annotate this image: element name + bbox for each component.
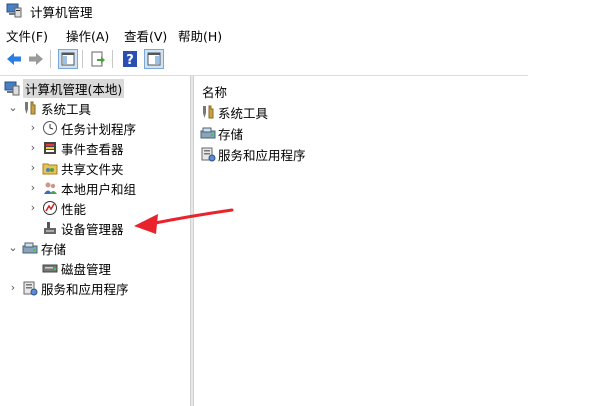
computer-management-icon bbox=[6, 2, 22, 18]
tree-item-performance[interactable]: › 性能 bbox=[28, 198, 86, 218]
storage-icon bbox=[22, 240, 38, 256]
tree-label-local-users: 本地用户和组 bbox=[61, 181, 137, 197]
tree-item-disk-management[interactable]: 磁盘管理 bbox=[42, 258, 111, 278]
tree-item-storage[interactable]: ⌄ 存储 bbox=[8, 238, 66, 258]
menu-file[interactable]: 文件(F) bbox=[6, 26, 48, 45]
tree-item-shared-folders[interactable]: › 共享文件夹 bbox=[28, 158, 124, 178]
menu-view[interactable]: 查看(V) bbox=[124, 26, 167, 45]
results-pane: 名称 系统工具 存储 服务和应用程序 bbox=[194, 76, 596, 406]
toolbar: ? bbox=[0, 46, 596, 72]
tree-label-task-scheduler: 任务计划程序 bbox=[61, 121, 137, 137]
list-item-label: 服务和应用程序 bbox=[218, 147, 306, 163]
list-item[interactable]: 服务和应用程序 bbox=[200, 144, 306, 164]
tree-label-services-apps: 服务和应用程序 bbox=[41, 281, 129, 297]
menu-action[interactable]: 操作(A) bbox=[66, 26, 109, 45]
chevron-right-icon[interactable]: › bbox=[28, 142, 38, 154]
chevron-right-icon[interactable]: › bbox=[28, 182, 38, 194]
tools-icon bbox=[200, 104, 216, 120]
column-header-name[interactable]: 名称 bbox=[202, 82, 227, 101]
tree-item-device-manager[interactable]: 设备管理器 bbox=[42, 218, 124, 238]
users-icon bbox=[42, 180, 58, 196]
chevron-right-icon[interactable]: › bbox=[28, 202, 38, 214]
tree-item-local-users[interactable]: › 本地用户和组 bbox=[28, 178, 136, 198]
list-item-label: 存储 bbox=[218, 126, 244, 142]
show-hide-console-tree-icon[interactable] bbox=[58, 49, 78, 69]
tree-item-root[interactable]: 计算机管理(本地) bbox=[4, 78, 125, 98]
tree-label-storage: 存储 bbox=[41, 241, 67, 257]
device-manager-icon bbox=[42, 220, 58, 236]
menu-help[interactable]: 帮助(H) bbox=[178, 26, 222, 45]
services-icon bbox=[22, 280, 38, 296]
chevron-right-icon[interactable]: › bbox=[8, 282, 18, 294]
tree-label-device-manager: 设备管理器 bbox=[61, 221, 124, 237]
window-title: 计算机管理 bbox=[30, 5, 93, 20]
export-list-icon[interactable] bbox=[88, 49, 108, 69]
chevron-right-icon[interactable]: › bbox=[28, 162, 38, 174]
back-arrow-icon[interactable] bbox=[4, 49, 24, 69]
help-icon[interactable]: ? bbox=[120, 49, 140, 69]
forward-arrow-icon[interactable] bbox=[26, 49, 46, 69]
toolbar-separator bbox=[82, 50, 83, 68]
tools-icon bbox=[22, 100, 38, 116]
chevron-right-icon[interactable]: › bbox=[28, 122, 38, 134]
svg-text:?: ? bbox=[126, 53, 134, 68]
computer-management-icon bbox=[4, 80, 20, 96]
chevron-down-icon[interactable]: ⌄ bbox=[8, 102, 18, 114]
clock-icon bbox=[42, 120, 58, 136]
chevron-down-icon[interactable]: ⌄ bbox=[8, 242, 18, 254]
menu-bar: 文件(F) 操作(A) 查看(V) 帮助(H) bbox=[0, 24, 596, 44]
tree-item-system-tools[interactable]: ⌄ 系统工具 bbox=[8, 98, 91, 118]
list-item[interactable]: 系统工具 bbox=[200, 102, 268, 122]
tree-item-task-scheduler[interactable]: › 任务计划程序 bbox=[28, 118, 136, 138]
storage-icon bbox=[200, 125, 216, 141]
toolbar-separator bbox=[112, 50, 113, 68]
disk-icon bbox=[42, 260, 58, 276]
list-item-label: 系统工具 bbox=[218, 105, 269, 121]
tree-item-event-viewer[interactable]: › 事件查看器 bbox=[28, 138, 124, 158]
event-viewer-icon bbox=[42, 140, 58, 156]
tree-label-system-tools: 系统工具 bbox=[41, 101, 92, 117]
shared-folder-icon bbox=[42, 160, 58, 176]
tree-label-event-viewer: 事件查看器 bbox=[61, 141, 124, 157]
tree-label-root: 计算机管理(本地) bbox=[23, 78, 125, 98]
list-item[interactable]: 存储 bbox=[200, 123, 243, 143]
performance-icon bbox=[42, 200, 58, 216]
tree-label-shared-folders: 共享文件夹 bbox=[61, 161, 124, 177]
action-pane-icon[interactable] bbox=[144, 49, 164, 69]
console-tree: 计算机管理(本地) ⌄ 系统工具 › 任务计划程序 › 事件查看器 › 共享文件… bbox=[0, 76, 190, 406]
tree-item-services-apps[interactable]: › 服务和应用程序 bbox=[8, 278, 129, 298]
tree-label-disk-management: 磁盘管理 bbox=[61, 261, 112, 277]
toolbar-separator bbox=[50, 50, 51, 68]
title-bar: 计算机管理 bbox=[0, 0, 596, 20]
tree-label-performance: 性能 bbox=[61, 201, 87, 217]
services-icon bbox=[200, 146, 216, 162]
